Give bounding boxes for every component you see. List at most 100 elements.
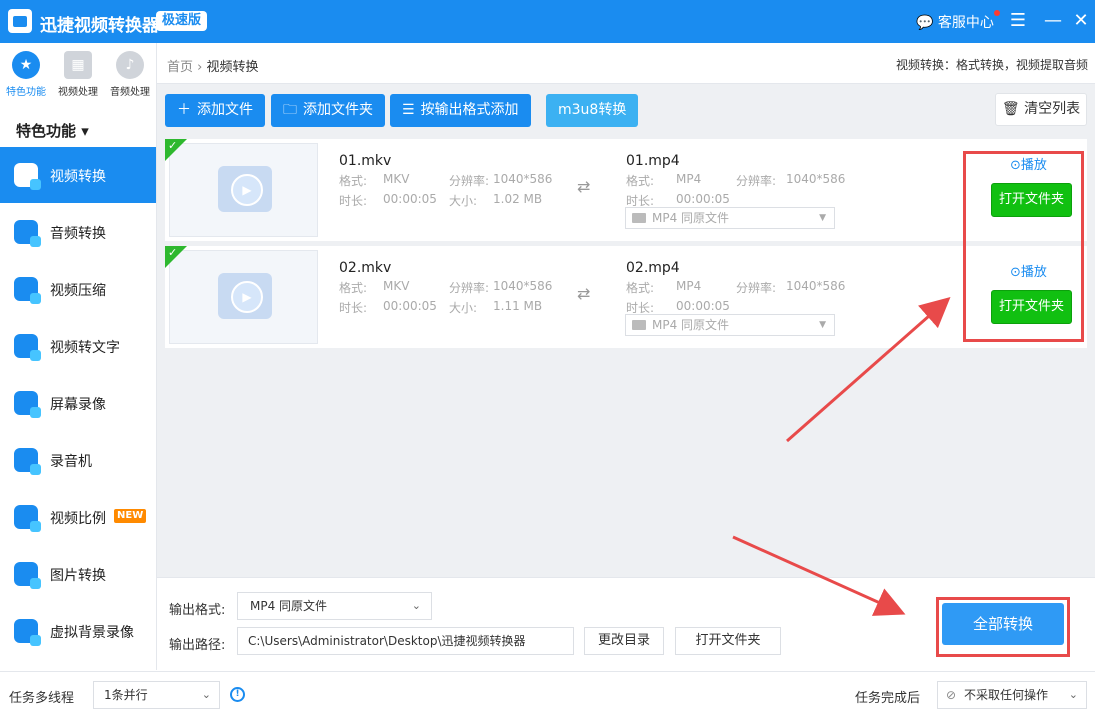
output-format-dropdown-value: MP4 同原文件 [250, 599, 328, 613]
output-filename: 02.mp4 [626, 260, 680, 276]
source-resolution: 1040*586 [493, 279, 553, 293]
output-format: MP4 [676, 279, 702, 293]
screen-record-icon [14, 391, 41, 418]
breadcrumb-separator: › [197, 60, 203, 75]
menu-icon[interactable]: ☰ [1005, 8, 1031, 34]
output-format-dropdown[interactable]: MP4 同原文件 ⌄ [237, 592, 432, 620]
chevron-down-icon: ▼ [819, 320, 826, 330]
output-path-label: 输出路径: [169, 638, 226, 653]
video-to-text-icon [14, 334, 41, 361]
play-icon: ▶ [231, 281, 263, 313]
file-row[interactable]: ▶ ✓ 02.mkv 格式: MKV 分辨率: 1040*586 时长: 00:… [165, 246, 1087, 348]
source-duration: 00:00:05 [383, 299, 437, 313]
breadcrumb-home[interactable]: 首页 [167, 60, 193, 75]
sidebar-item-virtual-bg-record[interactable]: 虚拟背景录像 [0, 603, 156, 659]
resolution-label: 分辨率: [736, 281, 777, 295]
video-thumbnail[interactable]: ▶ [169, 250, 318, 344]
status-bar: 任务多线程 1条并行 ⌄ ! 任务完成后 ⊘ 不采取任何操作 ⌄ [0, 671, 1095, 716]
sidebar-item-screen-record[interactable]: 屏幕录像 [0, 375, 156, 431]
format-label: 格式: [626, 174, 655, 188]
sidebar-item-video-convert[interactable]: 视频转换 [0, 147, 156, 203]
info-icon[interactable]: ! [230, 687, 245, 702]
clear-list-button[interactable]: 🗑 清空列表 [995, 93, 1087, 126]
chat-icon: 💬 [916, 15, 934, 31]
multithread-select-value: 1条并行 [104, 688, 148, 702]
film-icon: ▦ [64, 51, 92, 79]
convert-all-button[interactable]: 全部转换 [942, 603, 1064, 645]
sidebar-item-recorder[interactable]: 录音机 [0, 432, 156, 488]
output-duration: 00:00:05 [676, 192, 730, 206]
m3u8-convert-button[interactable]: m3u8转换 [546, 94, 639, 127]
video-compress-icon [14, 277, 41, 304]
breadcrumb: 首页 › 视频转换 [167, 56, 259, 75]
duration-label: 时长: [339, 301, 368, 315]
output-path-field[interactable]: C:\Users\Administrator\Desktop\迅捷视频转换器 [237, 627, 574, 655]
resolution-label: 分辨率: [449, 281, 490, 295]
source-size: 1.02 MB [493, 192, 543, 206]
output-format-select[interactable]: MP4 同原文件 ▼ [625, 314, 835, 336]
multithread-label: 任务多线程 [9, 691, 75, 706]
sidebar-item-audio-convert[interactable]: 音频转换 [0, 204, 156, 260]
sidebar-item-video-compress[interactable]: 视频压缩 [0, 261, 156, 317]
add-by-format-button[interactable]: ☰ 按输出格式添加 [390, 94, 531, 127]
folder-icon: 🗀 [283, 102, 297, 118]
sidebar-item-video-ratio[interactable]: 视频比例 NEW [0, 489, 156, 545]
open-output-folder-button[interactable]: 打开文件夹 [675, 627, 781, 655]
chevron-down-icon: ▼ [819, 213, 826, 223]
check-icon: ✓ [168, 139, 178, 152]
video-ratio-icon [14, 505, 41, 532]
section-dropdown[interactable]: 特色功能 ▾ [16, 120, 89, 141]
category-video[interactable]: ▦ 视频处理 [52, 51, 104, 98]
output-panel: 输出格式: MP4 同原文件 ⌄ 输出路径: C:\Users\Administ… [157, 577, 1095, 670]
source-filename: 01.mkv [339, 153, 392, 169]
sidebar-item-label: 虚拟背景录像 [50, 625, 134, 641]
list-icon: ☰ [402, 102, 415, 118]
format-label: 格式: [339, 281, 368, 295]
sidebar-item-label: 视频转文字 [50, 340, 120, 356]
output-format-select[interactable]: MP4 同原文件 ▼ [625, 207, 835, 229]
image-convert-icon [14, 562, 41, 589]
customer-service-button[interactable]: 💬 客服中心 [916, 10, 1000, 32]
title-bar: 迅捷视频转换器 极速版 💬 客服中心 ☰ — ✕ [0, 0, 1095, 43]
add-file-button[interactable]: ＋ 添加文件 [165, 94, 265, 127]
file-row[interactable]: ▶ ✓ 01.mkv 格式: MKV 分辨率: 1040*586 时长: 00:… [165, 139, 1087, 241]
category-audio[interactable]: ♪ 音频处理 [104, 51, 156, 98]
change-directory-button[interactable]: 更改目录 [584, 627, 664, 655]
customer-service-label: 客服中心 [937, 15, 994, 31]
shuffle-icon: ⇄ [577, 284, 591, 303]
add-folder-button[interactable]: 🗀 添加文件夹 [271, 94, 385, 127]
main-panel: 首页 › 视频转换 视频转换：格式转换，视频提取音频 ＋ 添加文件 🗀 添加文件夹 … [157, 43, 1095, 670]
category-label: 特色功能 [6, 87, 46, 98]
source-format: MKV [383, 172, 410, 186]
shuffle-icon: ⇄ [577, 177, 591, 196]
after-task-select-value: 不采取任何操作 [964, 688, 1049, 702]
block-icon: ⊘ [946, 688, 957, 702]
add-file-label: 添加文件 [197, 102, 253, 118]
clear-list-label: 清空列表 [1024, 101, 1081, 117]
output-resolution: 1040*586 [786, 279, 846, 293]
video-file-icon [632, 320, 646, 330]
source-filename: 02.mkv [339, 260, 392, 276]
sidebar-item-image-convert[interactable]: 图片转换 [0, 546, 156, 602]
new-badge: NEW [114, 509, 147, 523]
format-label: 格式: [339, 174, 368, 188]
add-folder-label: 添加文件夹 [303, 102, 373, 118]
minimize-icon[interactable]: — [1040, 8, 1066, 34]
multithread-select[interactable]: 1条并行 ⌄ [93, 681, 220, 709]
video-thumbnail[interactable]: ▶ [169, 143, 318, 237]
resolution-label: 分辨率: [736, 174, 777, 188]
sidebar-item-label: 图片转换 [50, 568, 106, 584]
output-format-label: 输出格式: [169, 603, 226, 618]
sidebar-item-video-to-text[interactable]: 视频转文字 [0, 318, 156, 374]
chevron-down-icon: ⌄ [411, 599, 421, 612]
source-resolution: 1040*586 [493, 172, 553, 186]
category-tabs: ★ 特色功能 ▦ 视频处理 ♪ 音频处理 [0, 43, 157, 103]
category-feature[interactable]: ★ 特色功能 [0, 51, 52, 98]
virtual-bg-record-icon [14, 619, 41, 646]
page-hint: 视频转换：格式转换，视频提取音频 [895, 58, 1088, 72]
app-title: 迅捷视频转换器 [40, 16, 159, 36]
close-icon[interactable]: ✕ [1068, 8, 1094, 34]
category-label: 视频处理 [58, 87, 98, 98]
output-duration: 00:00:05 [676, 299, 730, 313]
after-task-select[interactable]: ⊘ 不采取任何操作 ⌄ [937, 681, 1087, 709]
